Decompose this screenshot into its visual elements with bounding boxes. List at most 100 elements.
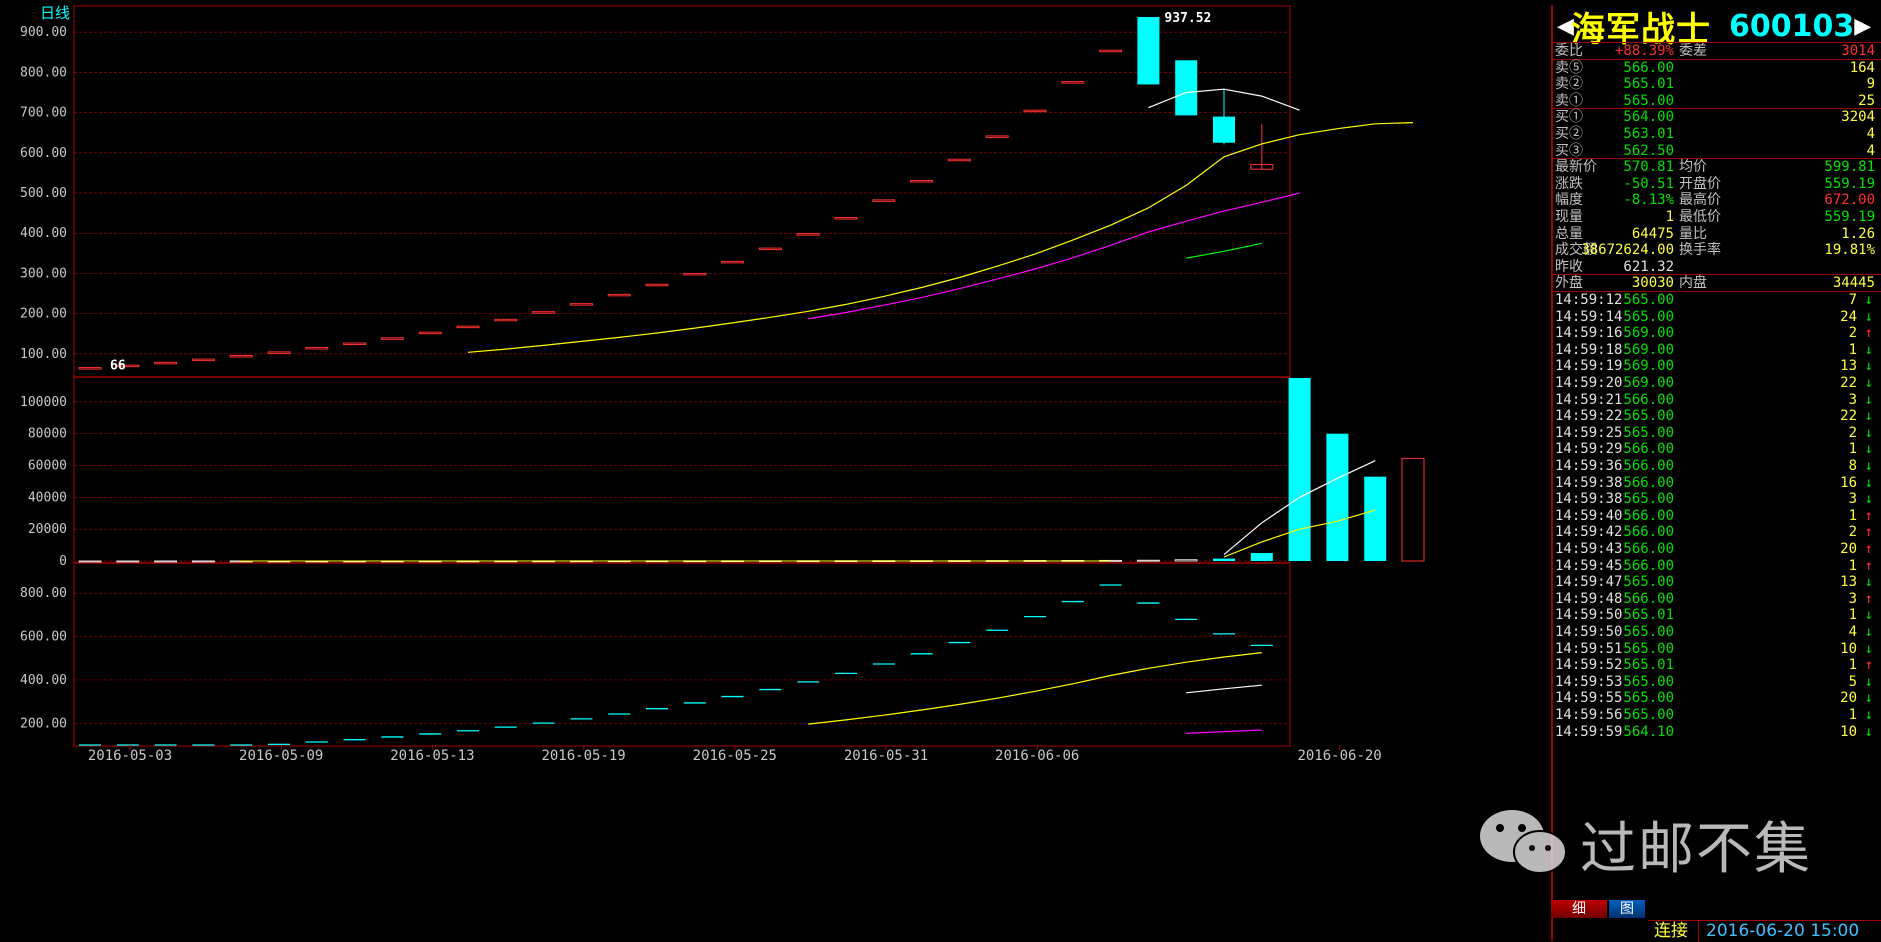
watermark-text: 过邮不集 [1580, 817, 1812, 882]
low-annotation: 66 [110, 359, 126, 374]
down-arrow-icon: ↓ [1864, 723, 1873, 740]
trade-row: 14:59:59 564.10 10 ↓ [1555, 722, 1879, 742]
candle-body [1213, 116, 1235, 143]
candle [343, 342, 367, 346]
candle-body [532, 311, 556, 314]
candle [607, 293, 631, 297]
volume-pane[interactable]: 0 20000 40000 60000 80000 100000 [20, 378, 1425, 569]
candle [872, 199, 896, 202]
chart-frame [73, 5, 1291, 747]
candle-body [343, 342, 367, 346]
candle [305, 346, 329, 350]
volume-bar [1326, 433, 1349, 561]
y-tick-label: 20000 [28, 522, 67, 537]
y-tick-label: 700.00 [20, 106, 67, 121]
candle-body [191, 358, 215, 362]
ind-line-1 [808, 652, 1262, 725]
candle-body [456, 325, 480, 329]
candle-body [569, 303, 593, 306]
candle-body [418, 331, 442, 335]
candle-body [305, 346, 329, 350]
candle-body [872, 199, 896, 202]
candle-body [229, 354, 253, 358]
volume-bar [1250, 553, 1273, 561]
ma20-line [808, 192, 1300, 320]
x-tick-label: 2016-05-09 [239, 748, 323, 764]
y-tick-label: 80000 [28, 427, 67, 442]
candle [834, 217, 858, 220]
y-tick-label: 200.00 [20, 307, 67, 322]
candle-body [1175, 60, 1198, 116]
candle-body [947, 158, 971, 162]
wechat-logo-icon [1480, 810, 1567, 874]
candle-body [1137, 17, 1160, 85]
next-stock-icon[interactable]: ▶ [1854, 14, 1871, 39]
candle-body [1061, 81, 1085, 84]
x-tick-label: 2016-05-19 [541, 748, 625, 764]
candle-body [1099, 49, 1123, 53]
status-datetime: 2016-06-20 15:00 [1706, 921, 1860, 941]
tab-chart[interactable]: 图 [1609, 900, 1645, 918]
candle-body [607, 293, 631, 297]
candle [1061, 81, 1085, 84]
candle [380, 337, 404, 340]
candle-body [78, 367, 102, 370]
candle [267, 351, 291, 354]
indicator-pane[interactable]: 200.00 400.00 600.00 800.00 [20, 584, 1290, 746]
y-tick-label: 500.00 [20, 186, 67, 201]
candle [532, 311, 556, 314]
candle-body [154, 361, 178, 365]
candle-body [267, 351, 291, 354]
y-tick-label: 800.00 [20, 65, 67, 80]
x-tick-label: 2016-06-20 [1297, 748, 1381, 764]
prev-stock-icon[interactable]: ◀ [1557, 14, 1574, 39]
x-tick-label: 2016-05-13 [390, 748, 474, 764]
y-tick-label: 400.00 [20, 673, 67, 688]
high-annotation: 937.52 [1164, 11, 1211, 26]
chart-border [73, 5, 1291, 747]
kline-chart-area[interactable]: 日线 100.00 200.00 300.00 400.00 500.00 600.00 7… [0, 0, 1550, 941]
y-tick-label: 60000 [28, 459, 67, 474]
y-tick-label: 600.00 [20, 630, 67, 645]
ind-line-3 [1186, 729, 1262, 734]
y-tick-label: 0 [59, 554, 67, 569]
volume-bar [1401, 457, 1425, 562]
ma10-line [467, 122, 1414, 353]
watermark: 过邮不集 [1470, 800, 1850, 882]
candle [78, 367, 102, 370]
candle [494, 318, 518, 322]
x-tick-label: 2016-05-25 [693, 748, 777, 764]
candle [683, 272, 707, 276]
y-tick-label: 600.00 [20, 146, 67, 161]
ma60-line [1186, 242, 1262, 259]
x-tick-label: 2016-05-03 [88, 748, 172, 764]
stock-code: 600103 [1729, 8, 1855, 44]
connection-status[interactable]: 连接 [1654, 921, 1688, 942]
trade-time: 14:59:59 [1555, 723, 1623, 740]
volume-bar [1288, 378, 1311, 561]
candle-body [645, 283, 669, 287]
y-tick-label: 200.00 [20, 716, 67, 731]
candle [1099, 49, 1123, 53]
status-bar: 连接 2016-06-20 15:00 [1648, 920, 1881, 942]
candle [456, 325, 480, 329]
candle [796, 233, 820, 236]
candle [1175, 60, 1198, 116]
period-label: 日线 [40, 4, 70, 22]
candle [645, 283, 669, 287]
candle [758, 247, 782, 251]
candle-body [910, 180, 934, 183]
volume-bar [78, 560, 102, 563]
candle [1213, 88, 1235, 145]
candle [191, 358, 215, 362]
tab-detail[interactable]: 细 [1551, 900, 1607, 918]
volume-bar [191, 560, 215, 563]
candle-body [796, 233, 820, 236]
y-tick-label: 800.00 [20, 586, 67, 601]
y-tick-label: 300.00 [20, 266, 67, 281]
candle-body [494, 318, 518, 322]
price-pane[interactable]: 100.00 200.00 300.00 400.00 500.00 600.00 700.… [20, 11, 1414, 374]
volume-bar [1174, 559, 1198, 562]
volume-bar [1213, 558, 1235, 561]
candle [947, 158, 971, 162]
